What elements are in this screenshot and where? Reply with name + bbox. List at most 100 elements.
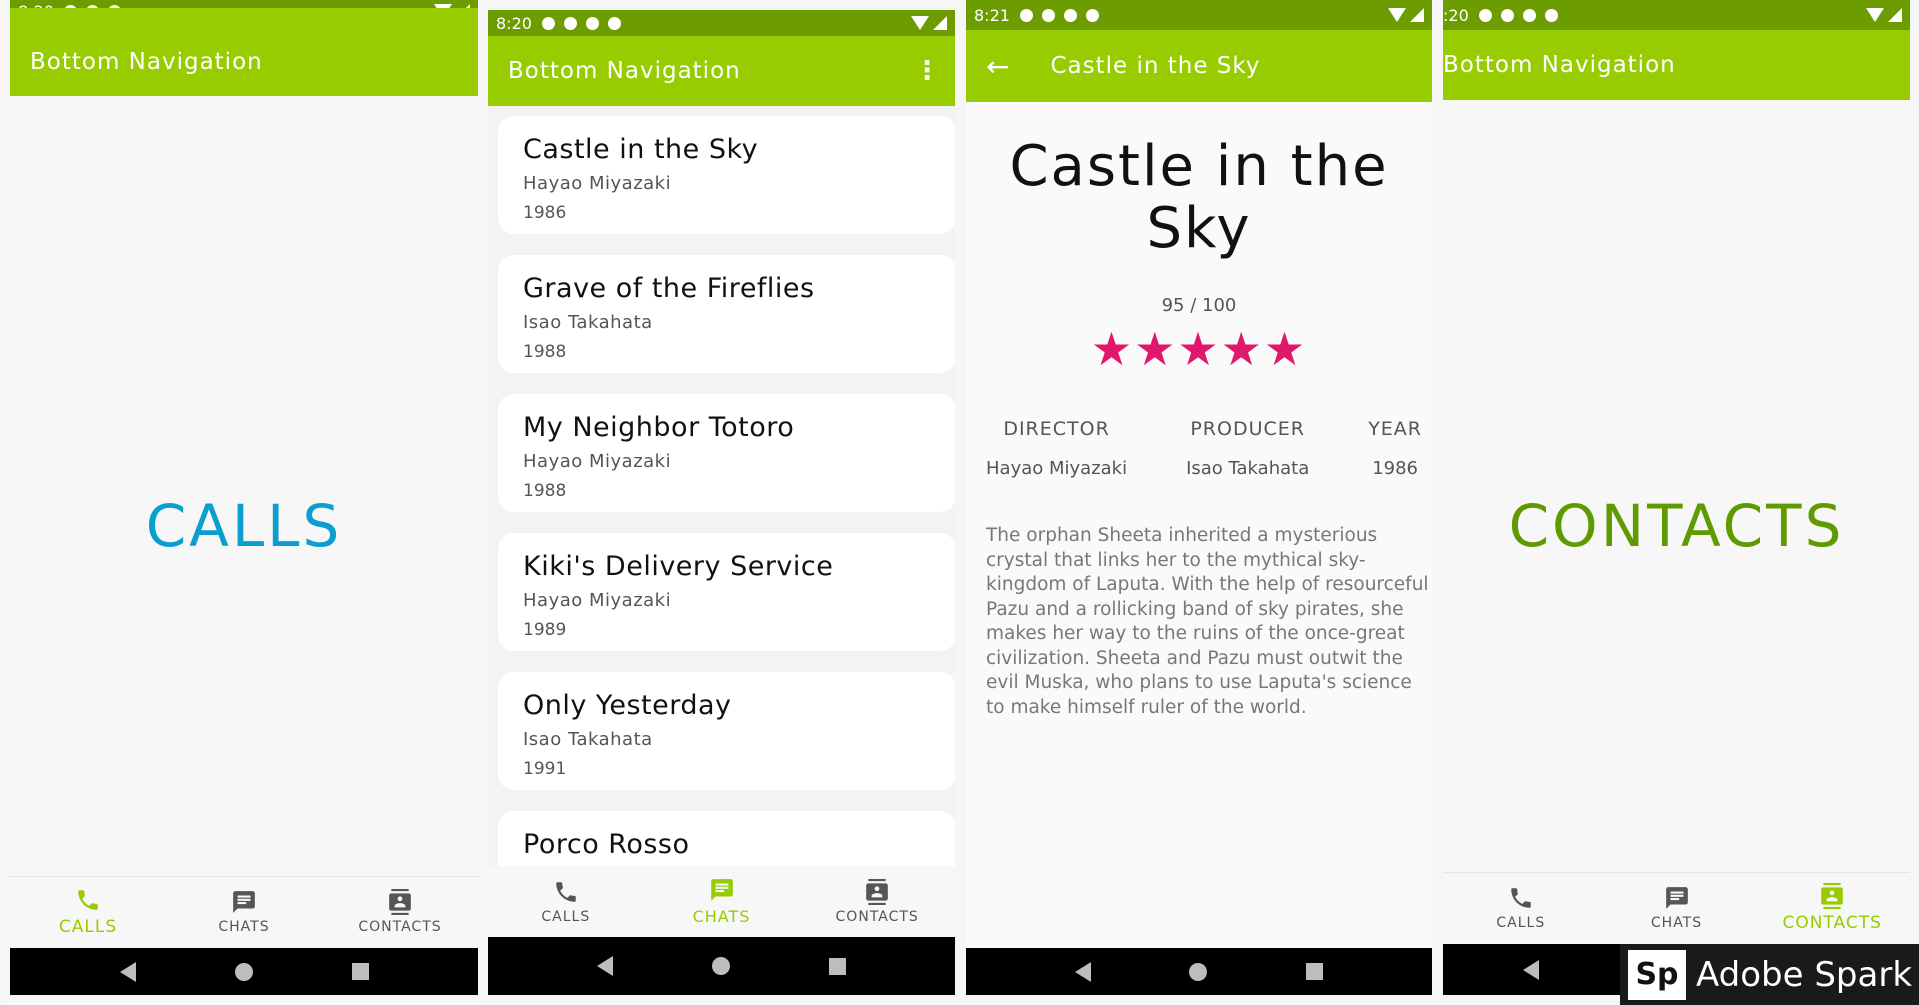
play-icon: [1500, 8, 1514, 22]
film-director: Hayao Miyazaki: [523, 451, 672, 472]
app-bar: Bottom Navigation: [10, 8, 478, 96]
year-value: 1986: [1372, 458, 1418, 479]
nav-contacts-label: CONTACTS: [835, 908, 919, 925]
year-column: YEAR 1986: [1368, 418, 1422, 479]
calls-label: CALLS: [145, 492, 343, 560]
recents-icon[interactable]: [828, 957, 846, 975]
sd-card-icon: [1063, 8, 1077, 22]
nav-calls[interactable]: CALLS: [1443, 873, 1599, 942]
director-label: DIRECTOR: [1003, 418, 1110, 440]
nav-chats-label: CHATS: [1650, 914, 1703, 931]
nav-calls-label: CALLS: [58, 916, 118, 937]
nav-contacts[interactable]: CONTACTS: [799, 866, 955, 937]
sd-card-icon: [1522, 8, 1536, 22]
nav-calls[interactable]: CALLS: [488, 866, 644, 937]
nav-calls-label: CALLS: [1496, 914, 1546, 931]
star-icon: ★: [1134, 322, 1178, 376]
director-column: DIRECTOR Hayao Miyazaki: [986, 418, 1127, 479]
contacts-label: CONTACTS: [1508, 492, 1845, 560]
nav-chats-label: CHATS: [692, 907, 751, 926]
play-icon: [1041, 8, 1055, 22]
back-icon[interactable]: [1075, 961, 1092, 982]
recents-icon[interactable]: [1305, 963, 1323, 980]
wifi-icon: [1388, 8, 1406, 22]
film-year: 1988: [523, 342, 567, 362]
wifi-icon: [1866, 8, 1884, 22]
nav-contacts[interactable]: CONTACTS: [1754, 873, 1910, 942]
star-icon: ★: [1090, 322, 1135, 376]
chat-icon: [710, 879, 733, 901]
sync-icon: [607, 16, 621, 30]
chat-icon: [233, 890, 255, 913]
back-icon[interactable]: [119, 961, 136, 982]
film-year: 1991: [523, 759, 567, 779]
list-item[interactable]: My Neighbor Totoro Hayao Miyazaki 1988: [498, 394, 955, 512]
producer-value: Isao Takahata: [1186, 458, 1310, 479]
film-year: 1986: [523, 203, 567, 223]
back-arrow-icon[interactable]: ←: [986, 50, 1010, 83]
film-title: Kiki's Delivery Service: [523, 551, 834, 582]
star-icon: ★: [1177, 322, 1221, 376]
film-title: Castle in the Sky: [1009, 134, 1389, 261]
sync-icon: [1085, 8, 1099, 22]
film-title: My Neighbor Totoro: [523, 412, 795, 443]
phone-detail-screen: 8:21 ← Castle in the Sky Castle in the S…: [966, 0, 1432, 995]
back-icon[interactable]: [1523, 959, 1539, 980]
star-icon: ★: [1220, 322, 1264, 376]
phone-icon: [556, 881, 576, 902]
year-label: YEAR: [1368, 418, 1422, 440]
home-icon[interactable]: [711, 957, 730, 975]
producer-column: PRODUCER Isao Takahata: [1186, 418, 1309, 479]
app-bar: Bottom Navigation: [1443, 30, 1910, 100]
film-year: 1988: [523, 481, 567, 501]
list-item[interactable]: Grave of the Fireflies Isao Takahata 198…: [498, 255, 955, 373]
app-title: Castle in the Sky: [1050, 53, 1261, 79]
list-item[interactable]: Only Yesterday Isao Takahata 1991: [498, 672, 955, 790]
list-item[interactable]: Kiki's Delivery Service Hayao Miyazaki 1…: [498, 533, 955, 651]
film-score: 95 / 100: [1161, 295, 1237, 316]
nav-chats-label: CHATS: [218, 918, 270, 935]
app-title: Bottom Navigation: [508, 58, 741, 84]
film-title: Only Yesterday: [523, 690, 732, 721]
phone-contacts-screen: :20 Bottom Navigation CONTACTS CALLS CHA…: [1443, 0, 1910, 995]
film-director: Hayao Miyazaki: [523, 590, 672, 611]
list-item[interactable]: Castle in the Sky Hayao Miyazaki 1986: [498, 116, 955, 234]
film-title: Castle in the Sky: [523, 134, 759, 165]
nav-calls[interactable]: CALLS: [10, 877, 166, 946]
film-director: Isao Takahata: [523, 312, 653, 333]
system-navigation-bar: [10, 948, 478, 995]
nav-contacts-label: CONTACTS: [1782, 912, 1882, 933]
bottom-navigation: CALLS CHATS CONTACTS: [10, 876, 478, 946]
signal-icon: [1888, 8, 1902, 22]
home-icon[interactable]: [1189, 962, 1208, 981]
nav-contacts[interactable]: CONTACTS: [322, 877, 478, 946]
film-director: Isao Takahata: [523, 729, 653, 750]
recents-icon[interactable]: [351, 963, 369, 980]
film-title: Grave of the Fireflies: [523, 273, 815, 304]
phone-icon: [78, 889, 98, 910]
play-icon: [563, 16, 577, 30]
adobe-spark-watermark: Sp Adobe Spark: [1620, 944, 1919, 1005]
app-bar: ← Castle in the Sky: [966, 30, 1432, 102]
nav-chats[interactable]: CHATS: [644, 866, 800, 937]
status-time: 8:21: [974, 5, 1010, 25]
sync-icon: [1544, 8, 1558, 22]
back-icon[interactable]: [597, 956, 614, 976]
contacts-icon: [1821, 882, 1844, 909]
spark-logo: Sp: [1628, 949, 1686, 1000]
home-icon[interactable]: [234, 962, 253, 981]
app-title: Bottom Navigation: [1443, 52, 1676, 78]
film-title: Porco Rosso: [523, 829, 690, 860]
status-bar: :20: [1443, 0, 1910, 30]
film-description: The orphan Sheeta inherited a mysterious…: [986, 525, 1429, 718]
phone-icon: [1511, 887, 1531, 908]
more-vert-icon[interactable]: ⋮: [914, 58, 941, 84]
film-director: Hayao Miyazaki: [523, 173, 672, 194]
settings-icon: [1019, 8, 1033, 22]
nav-chats[interactable]: CHATS: [166, 877, 322, 946]
app-title: Bottom Navigation: [30, 49, 263, 75]
phone-chats-screen: 8:20 Bottom Navigation ⋮ Castle in the S…: [488, 10, 955, 995]
producer-label: PRODUCER: [1190, 418, 1305, 440]
nav-chats[interactable]: CHATS: [1599, 873, 1755, 942]
system-navigation-bar: [488, 937, 955, 995]
